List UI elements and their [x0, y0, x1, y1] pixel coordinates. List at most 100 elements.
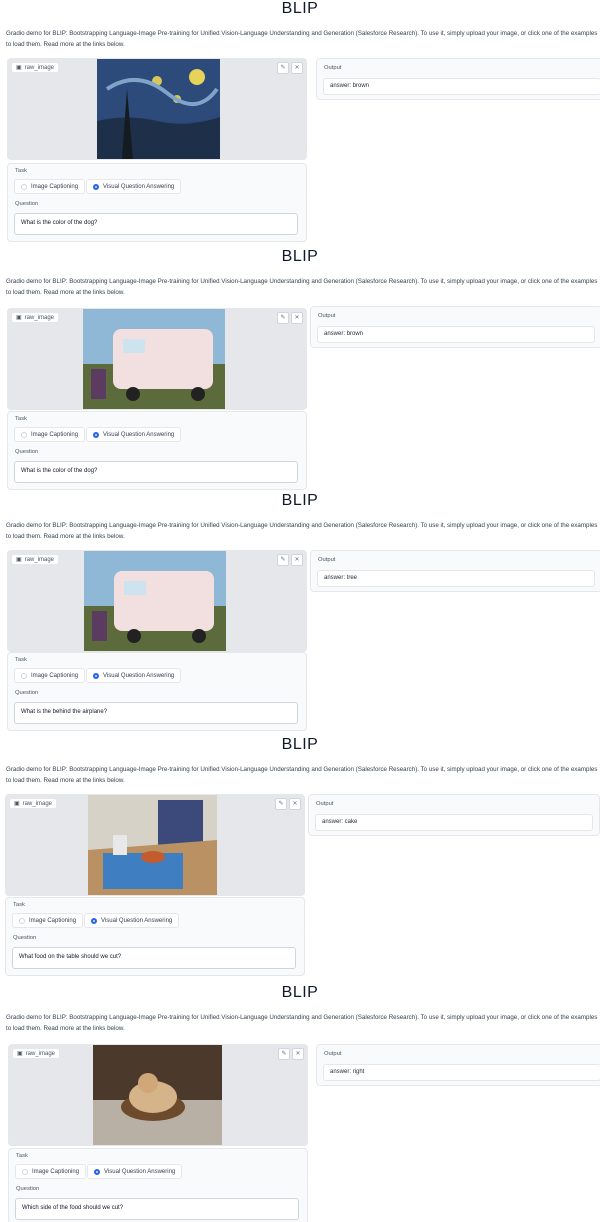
task-label: Task [15, 416, 27, 422]
output-label: Output [324, 1051, 342, 1057]
image-input[interactable]: ▣ raw_image ✎ ✕ [7, 58, 307, 160]
close-icon[interactable]: ✕ [292, 1048, 304, 1060]
radio-vqa[interactable]: Visual Question Answering [84, 913, 180, 928]
radio-dot-selected [93, 183, 99, 190]
pencil-icon[interactable]: ✎ [277, 312, 289, 324]
description: Gradio demo for BLIP: Bootstrapping Lang… [6, 278, 598, 296]
image-input[interactable]: ▣ raw_image ✎ ✕ [8, 1044, 308, 1146]
close-icon[interactable]: ✕ [291, 312, 303, 324]
description: Gradio demo for BLIP: Bootstrapping Lang… [6, 30, 598, 48]
question-input[interactable]: What is the color of the dog? [14, 213, 298, 235]
close-icon[interactable]: ✕ [289, 798, 301, 810]
question-input[interactable]: What is the color of the dog? [14, 461, 298, 483]
image-input[interactable]: ▣ raw_image ✎ ✕ [7, 308, 307, 410]
task-group: Task Image Captioning Visual Question An… [7, 163, 307, 199]
output-value: answer: brown [317, 326, 595, 343]
question-group: Question What is the color of the dog? [7, 197, 307, 242]
output-label: Output [318, 313, 336, 319]
question-label: Question [16, 1186, 40, 1192]
radio-vqa[interactable]: Visual Question Answering [86, 179, 182, 194]
uploaded-image [97, 59, 220, 159]
radio-dot [19, 917, 25, 924]
blip-panel: BLIP Gradio demo for BLIP: Bootstrapping… [0, 0, 600, 246]
pencil-icon[interactable]: ✎ [277, 62, 289, 74]
image-icon: ▣ [14, 801, 20, 807]
radio-dot [22, 1168, 28, 1175]
uploaded-image [93, 1045, 222, 1145]
uploaded-image [84, 551, 226, 651]
image-label: ▣ raw_image [11, 554, 60, 565]
output-value: answer: brown [323, 78, 600, 95]
radio-image-captioning[interactable]: Image Captioning [12, 913, 84, 928]
output-group: Output answer: right [316, 1044, 600, 1086]
output-group: Output answer: brown [316, 58, 600, 100]
question-input[interactable]: What is the behind the airplane? [14, 702, 298, 724]
image-icon: ▣ [16, 315, 22, 321]
question-input[interactable]: What food on the table should we cut? [12, 947, 296, 969]
output-group: Output answer: tree [310, 550, 600, 592]
output-label: Output [318, 557, 336, 563]
output-value: answer: tree [317, 570, 595, 587]
output-group: Output answer: brown [310, 306, 600, 348]
image-input[interactable]: ▣ raw_image ✎ ✕ [7, 550, 307, 652]
question-label: Question [15, 449, 39, 455]
page-title: BLIP [281, 984, 319, 1001]
radio-image-captioning[interactable]: Image Captioning [14, 668, 86, 683]
task-label: Task [16, 1153, 28, 1159]
question-input[interactable]: Which side of the food should we cut? [15, 1198, 299, 1220]
image-label: ▣ raw_image [9, 798, 58, 809]
question-label: Question [15, 201, 39, 207]
blip-panel: BLIP Gradio demo for BLIP: Bootstrapping… [0, 984, 600, 1222]
image-icon: ▣ [16, 557, 22, 563]
radio-dot-selected [93, 672, 99, 679]
task-group: Task Image Captioning Visual Question An… [5, 897, 305, 933]
question-group: Question What is the color of the dog? [7, 445, 307, 490]
pencil-icon[interactable]: ✎ [275, 798, 287, 810]
close-icon[interactable]: ✕ [291, 554, 303, 566]
radio-vqa[interactable]: Visual Question Answering [86, 668, 182, 683]
blip-panel: BLIP Gradio demo for BLIP: Bootstrapping… [0, 248, 600, 490]
image-icon: ▣ [17, 1051, 23, 1057]
blip-panel: BLIP Gradio demo for BLIP: Bootstrapping… [0, 736, 600, 978]
radio-dot-selected [93, 431, 99, 438]
blip-panel: BLIP Gradio demo for BLIP: Bootstrapping… [0, 492, 600, 734]
question-label: Question [15, 690, 39, 696]
page-title: BLIP [281, 0, 319, 17]
output-group: Output answer: cake [308, 794, 600, 836]
page-title: BLIP [281, 492, 319, 509]
close-icon[interactable]: ✕ [291, 62, 303, 74]
uploaded-image [83, 309, 225, 409]
radio-vqa[interactable]: Visual Question Answering [87, 1164, 183, 1179]
radio-image-captioning[interactable]: Image Captioning [14, 427, 86, 442]
output-value: answer: right [323, 1064, 600, 1081]
question-group: Question What food on the table should w… [5, 931, 305, 976]
output-label: Output [316, 801, 334, 807]
page-title: BLIP [281, 736, 319, 753]
question-group: Question What is the behind the airplane… [7, 686, 307, 731]
image-icon: ▣ [16, 65, 22, 71]
radio-dot-selected [91, 917, 97, 924]
task-label: Task [13, 902, 25, 908]
task-group: Task Image Captioning Visual Question An… [7, 411, 307, 447]
radio-dot [21, 431, 27, 438]
radio-image-captioning[interactable]: Image Captioning [15, 1164, 87, 1179]
uploaded-image [88, 795, 217, 895]
page-title: BLIP [281, 248, 319, 265]
image-label: ▣ raw_image [12, 1048, 61, 1059]
task-group: Task Image Captioning Visual Question An… [8, 1148, 308, 1184]
pencil-icon[interactable]: ✎ [278, 1048, 290, 1060]
radio-image-captioning[interactable]: Image Captioning [14, 179, 86, 194]
pencil-icon[interactable]: ✎ [277, 554, 289, 566]
task-label: Task [15, 657, 27, 663]
radio-dot [21, 672, 27, 679]
task-group: Task Image Captioning Visual Question An… [7, 652, 307, 688]
question-group: Question Which side of the food should w… [8, 1182, 308, 1222]
radio-vqa[interactable]: Visual Question Answering [86, 427, 182, 442]
output-label: Output [324, 65, 342, 71]
image-label: ▣ raw_image [11, 62, 60, 73]
image-label: ▣ raw_image [11, 312, 60, 323]
question-label: Question [13, 935, 37, 941]
description: Gradio demo for BLIP: Bootstrapping Lang… [6, 1014, 598, 1032]
description: Gradio demo for BLIP: Bootstrapping Lang… [6, 766, 598, 784]
image-input[interactable]: ▣ raw_image ✎ ✕ [5, 794, 305, 896]
